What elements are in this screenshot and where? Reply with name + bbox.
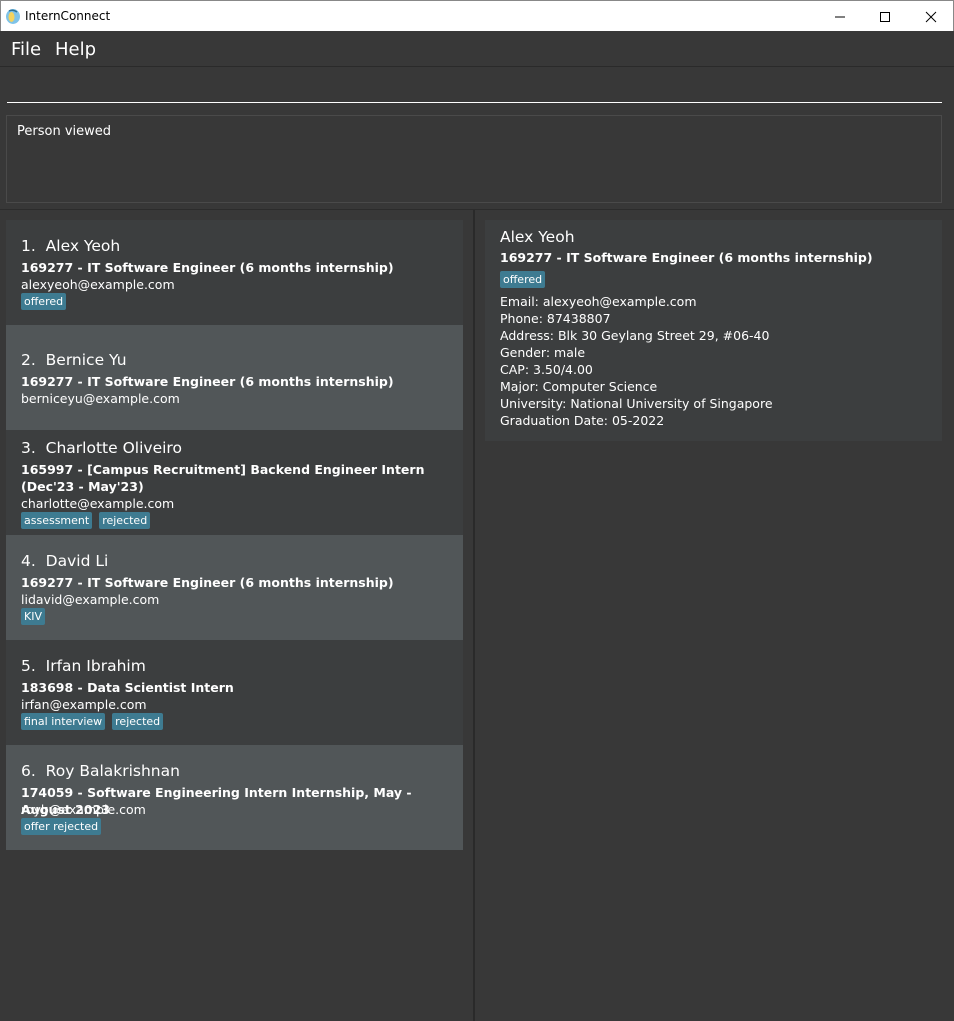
person-card[interactable]: 1. Alex Yeoh 169277 - IT Software Engine… <box>6 220 463 325</box>
detail-cap: CAP: 3.50/4.00 <box>500 362 593 377</box>
status-tag: assessment <box>21 512 93 529</box>
person-name: 4. David Li <box>21 552 109 570</box>
section-divider <box>0 209 954 210</box>
person-name: 1. Alex Yeoh <box>21 237 121 255</box>
person-card[interactable]: 3. Charlotte Oliveiro 165997 - [Campus R… <box>6 430 463 535</box>
person-card[interactable]: 6. Roy Balakrishnan 174059 - Software En… <box>6 745 463 850</box>
status-tag: final interview <box>21 713 106 730</box>
person-card[interactable]: 5. Irfan Ibrahim 183698 - Data Scientist… <box>6 640 463 745</box>
person-email: lidavid@example.com <box>21 592 160 607</box>
status-tag: offer rejected <box>21 818 102 835</box>
person-email: royb@example.com <box>21 802 146 817</box>
menu-file[interactable]: File <box>11 39 41 60</box>
app-logo-icon <box>6 9 20 24</box>
detail-gender: Gender: male <box>500 345 586 360</box>
status-tag: KIV <box>21 608 45 625</box>
detail-major: Major: Computer Science <box>500 379 658 394</box>
title-bar: InternConnect <box>0 0 954 31</box>
person-job: 169277 - IT Software Engineer (6 months … <box>21 575 394 590</box>
command-input[interactable] <box>7 67 942 103</box>
detail-name: Alex Yeoh <box>500 228 575 246</box>
person-job: 169277 - IT Software Engineer (6 months … <box>21 260 394 275</box>
detail-tag-list: offered <box>500 271 546 288</box>
command-box <box>0 67 954 109</box>
tag-list: assessment rejected <box>21 512 151 529</box>
person-job: 169277 - IT Software Engineer (6 months … <box>21 374 394 389</box>
person-name: 6. Roy Balakrishnan <box>21 762 180 780</box>
person-email: alexyeoh@example.com <box>21 277 175 292</box>
person-name: 2. Bernice Yu <box>21 351 127 369</box>
detail-address: Address: Blk 30 Geylang Street 29, #06-4… <box>500 328 770 343</box>
close-icon <box>925 11 937 22</box>
tag-list: offered <box>21 293 67 310</box>
detail-phone: Phone: 87438807 <box>500 311 611 326</box>
detail-university: University: National University of Singa… <box>500 396 773 411</box>
person-name: 5. Irfan Ibrahim <box>21 657 146 675</box>
panel-divider[interactable] <box>473 210 475 1021</box>
person-card[interactable]: 4. David Li 169277 - IT Software Enginee… <box>6 535 463 640</box>
maximize-icon <box>880 11 890 22</box>
person-email: irfan@example.com <box>21 697 147 712</box>
status-tag: rejected <box>99 512 151 529</box>
detail-graduation: Graduation Date: 05-2022 <box>500 413 665 428</box>
tag-list: KIV <box>21 608 45 625</box>
result-message: Person viewed <box>17 124 112 139</box>
status-tag: rejected <box>112 713 164 730</box>
person-email: berniceyu@example.com <box>21 391 180 406</box>
person-detail-panel: Alex Yeoh 169277 - IT Software Engineer … <box>485 220 942 441</box>
person-email: charlotte@example.com <box>21 496 175 511</box>
minimize-button[interactable] <box>817 1 863 32</box>
detail-job: 169277 - IT Software Engineer (6 months … <box>500 250 873 265</box>
tag-list: offer rejected <box>21 818 102 835</box>
minimize-icon <box>835 16 845 17</box>
person-job: 165997 - [Campus Recruitment] Backend En… <box>21 462 425 494</box>
person-job: 183698 - Data Scientist Intern <box>21 680 234 695</box>
detail-fields: Email: alexyeoh@example.com Phone: 87438… <box>500 293 773 429</box>
person-card[interactable]: 2. Bernice Yu 169277 - IT Software Engin… <box>6 325 463 430</box>
person-name: 3. Charlotte Oliveiro <box>21 439 182 457</box>
detail-email: Email: alexyeoh@example.com <box>500 294 697 309</box>
close-button[interactable] <box>908 1 954 32</box>
menu-bar: File Help <box>0 31 954 67</box>
result-display[interactable]: Person viewed <box>6 115 942 203</box>
window-title: InternConnect <box>25 9 111 23</box>
status-tag: offered <box>500 271 546 288</box>
tag-list: final interview rejected <box>21 713 164 730</box>
status-tag: offered <box>21 293 67 310</box>
menu-help[interactable]: Help <box>55 39 96 60</box>
maximize-button[interactable] <box>862 1 908 32</box>
